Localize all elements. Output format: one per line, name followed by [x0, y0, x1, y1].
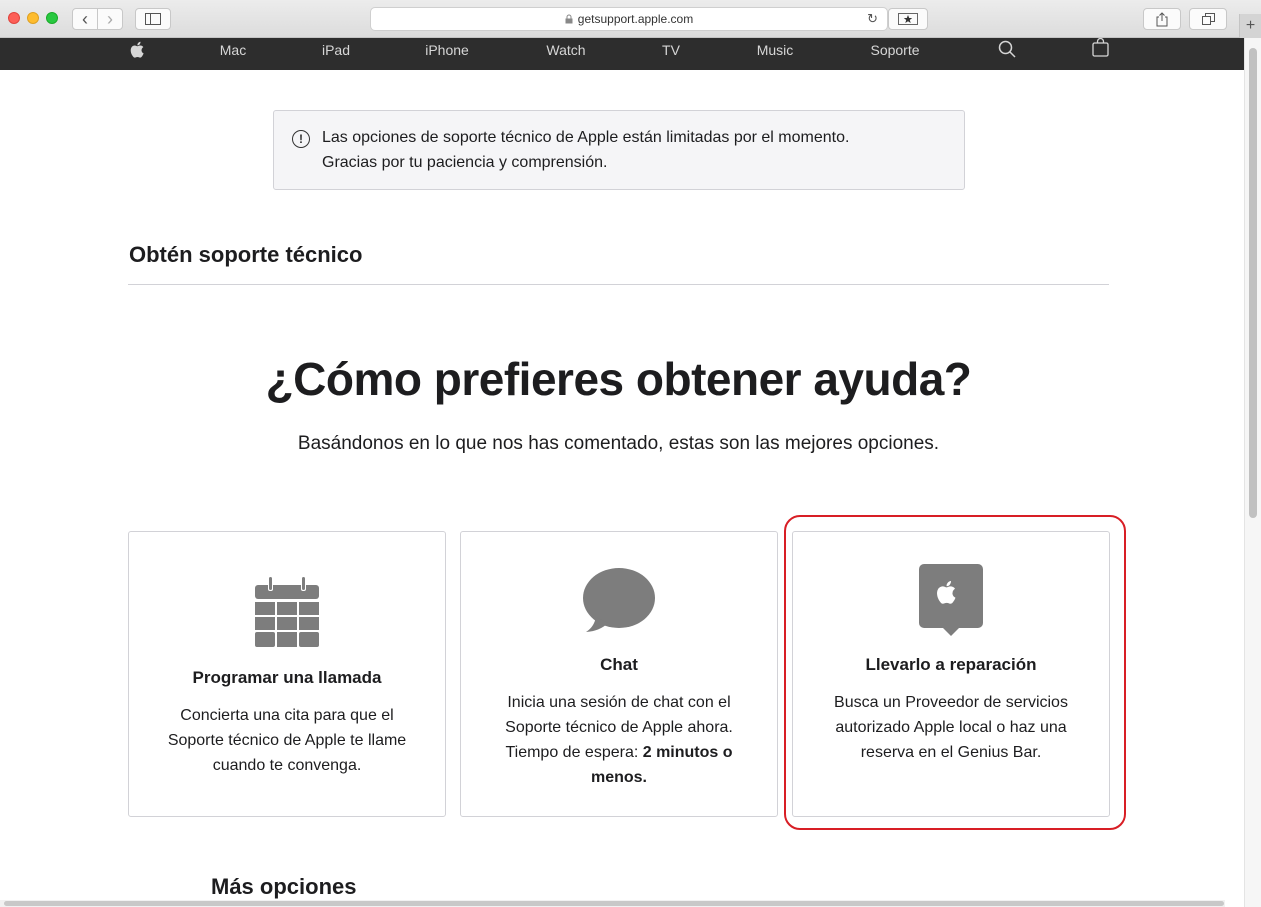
close-window-button[interactable] [8, 12, 20, 24]
tabs-overview-button[interactable] [1189, 8, 1227, 30]
nav-item-soporte[interactable]: Soporte [870, 38, 919, 70]
bag-icon[interactable] [1092, 38, 1109, 57]
apple-logo-icon[interactable] [130, 41, 144, 58]
card-desc-line: Soporte técnico de Apple ahora. [505, 719, 733, 736]
chevron-right-icon: › [107, 9, 113, 29]
nav-item-mac[interactable]: Mac [220, 38, 246, 70]
page-subtitle: Basándonos en lo que nos has comentado, … [297, 433, 940, 454]
nav-item-iphone[interactable]: iPhone [425, 38, 469, 70]
card-desc-line: Inicia una sesión de chat con el [507, 694, 731, 711]
highlight-annotation [784, 515, 1126, 830]
nav-item-music[interactable]: Music [757, 38, 794, 70]
alert-text-line1: Las opciones de soporte técnico de Apple… [322, 129, 850, 146]
url-text: getsupport.apple.com [577, 12, 694, 26]
global-nav: Mac iPad iPhone Watch TV Music Soporte [0, 38, 1244, 70]
wait-time-value: 2 minutos o [642, 744, 733, 761]
more-options-title: Más opciones [211, 874, 357, 899]
reload-icon[interactable]: ↻ [867, 11, 878, 27]
support-limited-alert: ! Las opciones de soporte técnico de App… [273, 110, 965, 190]
card-desc-line: Soporte técnico de Apple te llame [167, 732, 407, 749]
alert-text-line2: Gracias por tu paciencia y comprensión. [322, 154, 608, 171]
calendar-icon [255, 577, 319, 647]
option-card-chat[interactable]: Chat Inicia una sesión de chat con el So… [460, 531, 778, 817]
chat-bubble-icon [583, 568, 655, 632]
card-description: Concierta una cita para que el Soporte t… [149, 703, 425, 778]
section-divider [128, 284, 1109, 285]
card-description: Inicia una sesión de chat con el Soporte… [481, 690, 757, 790]
sidebar-toggle-button[interactable] [135, 8, 171, 30]
search-icon[interactable] [998, 40, 1016, 58]
wait-time-label: Tiempo de espera: [505, 744, 643, 761]
nav-item-watch[interactable]: Watch [546, 38, 585, 70]
browser-toolbar: ‹ › getsupport.apple.com ↻ + [0, 0, 1261, 38]
chevron-left-icon: ‹ [82, 9, 88, 29]
share-icon [1156, 11, 1168, 26]
wait-time-line: Tiempo de espera: 2 minutos o [481, 740, 757, 765]
sidebar-icon [145, 13, 161, 25]
reading-list-button[interactable] [888, 8, 928, 30]
star-bookmark-icon [898, 13, 918, 25]
option-card-call[interactable]: Programar una llamada Concierta una cita… [128, 531, 446, 817]
card-title: Programar una llamada [192, 668, 382, 687]
card-desc-line: cuando te convenga. [212, 757, 362, 774]
nav-item-ipad[interactable]: iPad [322, 38, 350, 70]
address-bar[interactable]: getsupport.apple.com ↻ [370, 7, 888, 31]
tabs-icon [1201, 13, 1215, 25]
forward-button[interactable]: › [97, 8, 123, 30]
card-title: Chat [600, 655, 638, 674]
new-tab-button[interactable]: + [1239, 14, 1261, 38]
vertical-scrollbar[interactable] [1244, 38, 1261, 907]
horizontal-scrollbar[interactable] [0, 900, 1225, 907]
page-title: ¿Cómo prefieres obtener ayuda? [265, 353, 972, 405]
share-button[interactable] [1143, 8, 1181, 30]
horizontal-scroll-thumb[interactable] [4, 901, 1224, 906]
section-title: Obtén soporte técnico [129, 242, 363, 267]
lock-icon [565, 14, 573, 24]
minimize-window-button[interactable] [27, 12, 39, 24]
back-button[interactable]: ‹ [72, 8, 98, 30]
nav-item-tv[interactable]: TV [662, 38, 680, 70]
vertical-scroll-thumb[interactable] [1249, 48, 1257, 518]
zoom-window-button[interactable] [46, 12, 58, 24]
card-desc-line: Concierta una cita para que el [180, 707, 394, 724]
exclamation-circle-icon: ! [292, 130, 310, 148]
wait-time-value-cont: menos. [590, 769, 647, 786]
